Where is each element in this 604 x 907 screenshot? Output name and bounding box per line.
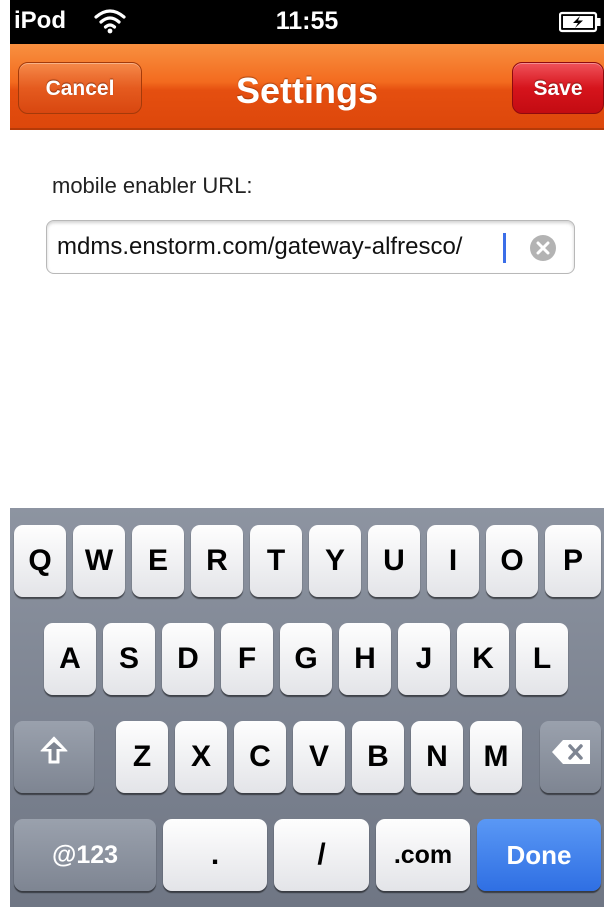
- key-v[interactable]: V: [293, 721, 345, 793]
- text-cursor: [503, 233, 506, 263]
- save-button[interactable]: Save: [512, 62, 604, 114]
- key-slash[interactable]: /: [274, 819, 369, 891]
- key-g[interactable]: G: [280, 623, 332, 695]
- key-h[interactable]: H: [339, 623, 391, 695]
- clear-icon[interactable]: [529, 234, 557, 267]
- numbers-key[interactable]: @123: [14, 819, 156, 891]
- key-e[interactable]: E: [132, 525, 184, 597]
- battery-charging-icon: [558, 11, 601, 38]
- key-w[interactable]: W: [73, 525, 125, 597]
- key-f[interactable]: F: [221, 623, 273, 695]
- key-i[interactable]: I: [427, 525, 479, 597]
- backspace-icon: [550, 721, 592, 793]
- key-s[interactable]: S: [103, 623, 155, 695]
- key-dot[interactable]: .: [163, 819, 267, 891]
- key-a[interactable]: A: [44, 623, 96, 695]
- key-c[interactable]: C: [234, 721, 286, 793]
- key-b[interactable]: B: [352, 721, 404, 793]
- key-k[interactable]: K: [457, 623, 509, 695]
- done-key[interactable]: Done: [477, 819, 601, 891]
- key-l[interactable]: L: [516, 623, 568, 695]
- shift-key[interactable]: [14, 721, 94, 793]
- key-p[interactable]: P: [545, 525, 601, 597]
- key-o[interactable]: O: [486, 525, 538, 597]
- key-dotcom[interactable]: .com: [376, 819, 470, 891]
- key-t[interactable]: T: [250, 525, 302, 597]
- keyboard: Q W E R T Y U I O P A S D F G H J K L Z …: [10, 508, 604, 907]
- shift-icon: [38, 721, 70, 793]
- key-m[interactable]: M: [470, 721, 522, 793]
- key-j[interactable]: J: [398, 623, 450, 695]
- status-bar: iPod 11:55: [10, 0, 604, 44]
- key-y[interactable]: Y: [309, 525, 361, 597]
- key-x[interactable]: X: [175, 721, 227, 793]
- key-z[interactable]: Z: [116, 721, 168, 793]
- url-input[interactable]: mdms.enstorm.com/gateway-alfresco/: [46, 220, 575, 274]
- navigation-bar: Cancel Settings Save: [10, 44, 604, 130]
- key-q[interactable]: Q: [14, 525, 66, 597]
- settings-form: mobile enabler URL: mdms.enstorm.com/gat…: [10, 130, 604, 508]
- url-input-value: mdms.enstorm.com/gateway-alfresco/: [57, 233, 463, 260]
- key-n[interactable]: N: [411, 721, 463, 793]
- key-u[interactable]: U: [368, 525, 420, 597]
- screen: iPod 11:55 Cancel Settings Save mobile e: [10, 0, 604, 907]
- key-d[interactable]: D: [162, 623, 214, 695]
- status-time: 11:55: [275, 7, 339, 35]
- url-field-label: mobile enabler URL:: [52, 173, 253, 198]
- key-r[interactable]: R: [191, 525, 243, 597]
- backspace-key[interactable]: [540, 721, 601, 793]
